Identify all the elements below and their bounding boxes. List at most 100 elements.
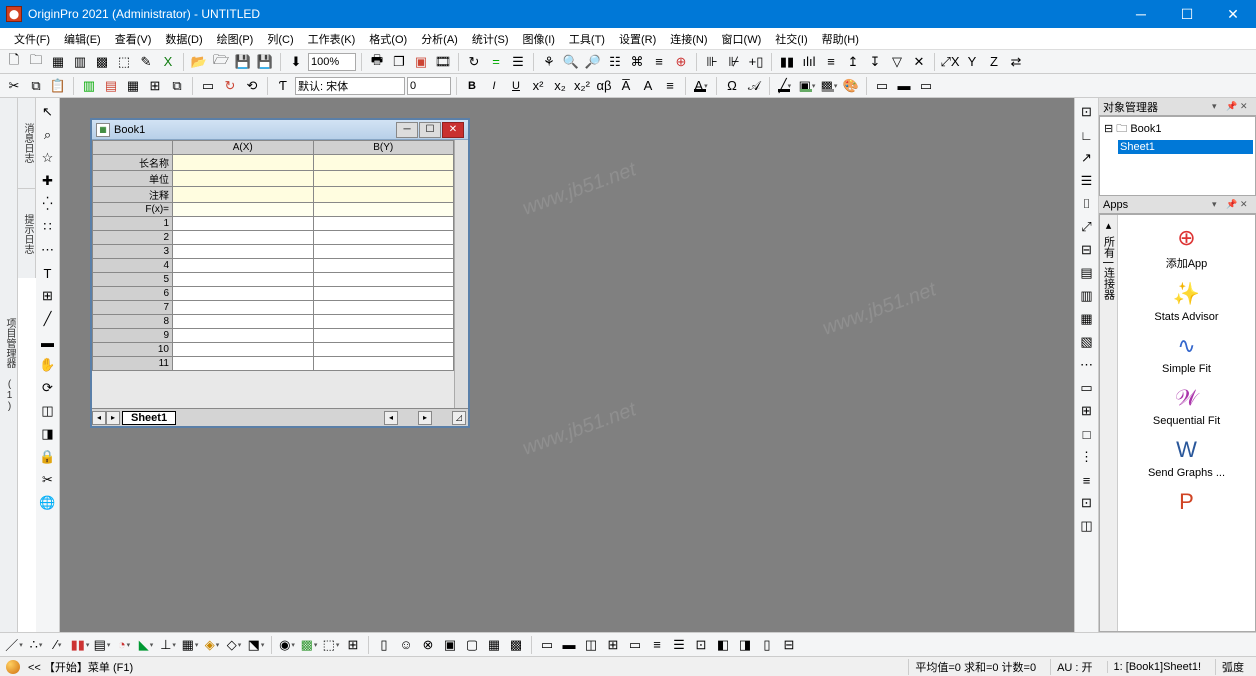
message-log-tab[interactable]: 消息日志 xyxy=(18,98,36,188)
axis-y-icon[interactable]: Y xyxy=(962,52,982,72)
rotate-icon[interactable]: ⟳ xyxy=(38,378,58,398)
menu-image[interactable]: 图像(I) xyxy=(517,29,561,49)
row-9[interactable]: 9 xyxy=(93,329,173,343)
row-2[interactable]: 2 xyxy=(93,231,173,245)
menu-column[interactable]: 列(C) xyxy=(261,29,299,49)
superscript-icon[interactable]: x² xyxy=(528,76,548,96)
zoom-cursor-icon[interactable]: ⌕ xyxy=(38,125,58,145)
close-button[interactable]: ✕ xyxy=(1210,0,1256,28)
fill-color-icon[interactable]: ▣▾ xyxy=(797,78,817,94)
gtool16-icon[interactable]: ⋮ xyxy=(1077,447,1097,467)
chart2-icon[interactable]: ⊮ xyxy=(724,52,744,72)
project-explorer-tab[interactable]: 项目管理器 (1) xyxy=(0,98,18,632)
obj4-icon[interactable]: ⊞ xyxy=(603,635,623,655)
grid-icon[interactable]: ⊞ xyxy=(38,286,58,306)
obj9-icon[interactable]: ◧ xyxy=(713,635,733,655)
worksheet-grid[interactable]: A(X)B(Y) 长名称 单位 注释 F(x)= 1 2 3 4 5 6 7 8… xyxy=(92,140,454,408)
hint-log-tab[interactable]: 提示日志 xyxy=(18,188,36,278)
gtool5-icon[interactable]: ⌷ xyxy=(1077,194,1097,214)
video-icon[interactable]: 🎞 xyxy=(433,52,453,72)
menu-plot[interactable]: 绘图(P) xyxy=(211,29,260,49)
mask5-icon[interactable]: ▢ xyxy=(462,635,482,655)
plot-pie-icon[interactable]: ◔▾ xyxy=(114,635,134,655)
mask3-icon[interactable]: ⊗ xyxy=(418,635,438,655)
add-col-icon[interactable]: +▯ xyxy=(746,52,766,72)
plot-3d2-icon[interactable]: ◇▾ xyxy=(224,635,244,655)
rect-tool-icon[interactable]: ▬ xyxy=(38,332,58,352)
workbook-titlebar[interactable]: ▦ Book1 ─ ☐ ✕ xyxy=(92,120,468,140)
gtool13-icon[interactable]: ▭ xyxy=(1077,378,1097,398)
dots-icon[interactable]: ⋯ xyxy=(38,240,58,260)
mask1-icon[interactable]: ▯ xyxy=(374,635,394,655)
new-notes-icon[interactable]: ✎ xyxy=(136,52,156,72)
menu-edit[interactable]: 编辑(E) xyxy=(58,29,107,49)
worksheet-vscroll[interactable] xyxy=(454,140,468,408)
misc2-icon[interactable]: ◨ xyxy=(38,424,58,444)
plot-line-icon[interactable]: ／▾ xyxy=(4,635,24,655)
apps-header[interactable]: Apps ▾ 📌 ✕ xyxy=(1099,196,1256,214)
workbook-close-button[interactable]: ✕ xyxy=(442,122,464,138)
save-icon[interactable]: 💾 xyxy=(233,52,253,72)
workbook-min-button[interactable]: ─ xyxy=(396,122,418,138)
status-orb-icon[interactable] xyxy=(6,660,20,674)
app-more[interactable]: P xyxy=(1118,485,1255,521)
plot-surface-icon[interactable]: ⬔▾ xyxy=(246,635,266,655)
row-11[interactable]: 11 xyxy=(93,357,173,371)
obj3-icon[interactable]: ◫ xyxy=(581,635,601,655)
plot-wire-icon[interactable]: ⬚▾ xyxy=(321,635,341,655)
row-7[interactable]: 7 xyxy=(93,301,173,315)
insert-row-icon[interactable]: ▤ xyxy=(101,76,121,96)
app-stats-advisor[interactable]: ✨Stats Advisor xyxy=(1118,277,1255,325)
menu-social[interactable]: 社交(I) xyxy=(769,29,813,49)
symbol-icon[interactable]: Ω xyxy=(722,76,742,96)
gtool1-icon[interactable]: ⊡ xyxy=(1077,102,1097,122)
align-icon[interactable]: ≡ xyxy=(660,76,680,96)
flowchart-icon[interactable]: ⚘ xyxy=(539,52,559,72)
obj2-icon[interactable]: ▬ xyxy=(559,635,579,655)
plot-scatter-icon[interactable]: ∴▾ xyxy=(26,635,46,655)
reader-icon[interactable]: ☆ xyxy=(38,148,58,168)
object-manager-tree[interactable]: ⊟ 🗀 Book1 Sheet1 xyxy=(1099,116,1256,196)
marker-icon[interactable]: ⁛ xyxy=(38,194,58,214)
stats-col-icon[interactable]: ılıl xyxy=(799,52,819,72)
object-manager-header[interactable]: 对象管理器 ▾ 📌 ✕ xyxy=(1099,98,1256,116)
print-icon[interactable]: 🖶 xyxy=(367,52,387,72)
sheet-nav-last[interactable]: ▸ xyxy=(106,411,120,425)
chart1-icon[interactable]: ⊪ xyxy=(702,52,722,72)
gtool19-icon[interactable]: ◫ xyxy=(1077,516,1097,536)
font-dec-icon[interactable]: A xyxy=(638,76,658,96)
greek-icon[interactable]: αβ xyxy=(594,76,614,96)
misc1-icon[interactable]: ◫ xyxy=(38,401,58,421)
python-icon[interactable]: ≡ xyxy=(649,52,669,72)
undo-col-icon[interactable]: ⟲ xyxy=(242,76,262,96)
menu-format[interactable]: 格式(O) xyxy=(363,29,413,49)
style1-icon[interactable]: ▭ xyxy=(872,76,892,96)
mask7-icon[interactable]: ▩ xyxy=(506,635,526,655)
gtool3-icon[interactable]: ↗ xyxy=(1077,148,1097,168)
plot-bar-icon[interactable]: ▤▾ xyxy=(92,635,112,655)
gtool8-icon[interactable]: ▤ xyxy=(1077,263,1097,283)
row-10[interactable]: 10 xyxy=(93,343,173,357)
status-anglemode[interactable]: 弧度 xyxy=(1215,659,1250,675)
supersub-icon[interactable]: x₂² xyxy=(572,76,592,96)
obj11-icon[interactable]: ▯ xyxy=(757,635,777,655)
obj1-icon[interactable]: ▭ xyxy=(537,635,557,655)
plot-template-icon[interactable]: ⊞ xyxy=(343,635,363,655)
sheet-tab[interactable]: Sheet1 xyxy=(122,411,176,425)
pane-close-icon[interactable]: ✕ xyxy=(1240,101,1252,113)
new-layout-icon[interactable]: ⬚ xyxy=(114,52,134,72)
sort-asc-icon[interactable]: ↥ xyxy=(843,52,863,72)
pane-menu-icon[interactable]: ▾ xyxy=(1212,101,1224,113)
underline-icon[interactable]: U xyxy=(506,76,526,96)
zoom-in-icon[interactable]: 🔍 xyxy=(561,52,581,72)
row-longname[interactable]: 长名称 xyxy=(93,155,173,171)
transpose-icon[interactable]: ⇄ xyxy=(1006,52,1026,72)
obj7-icon[interactable]: ☰ xyxy=(669,635,689,655)
subscript-icon[interactable]: x₂ xyxy=(550,76,570,96)
gtool4-icon[interactable]: ☰ xyxy=(1077,171,1097,191)
app-sequential-fit[interactable]: 𝒲Sequential Fit xyxy=(1118,381,1255,429)
workbook-window[interactable]: ▦ Book1 ─ ☐ ✕ A(X)B(Y) 长名称 单位 注释 F(x)= xyxy=(90,118,470,428)
slide-icon[interactable]: ▣ xyxy=(411,52,431,72)
menu-worksheet[interactable]: 工作表(K) xyxy=(302,29,362,49)
gtool11-icon[interactable]: ▧ xyxy=(1077,332,1097,352)
